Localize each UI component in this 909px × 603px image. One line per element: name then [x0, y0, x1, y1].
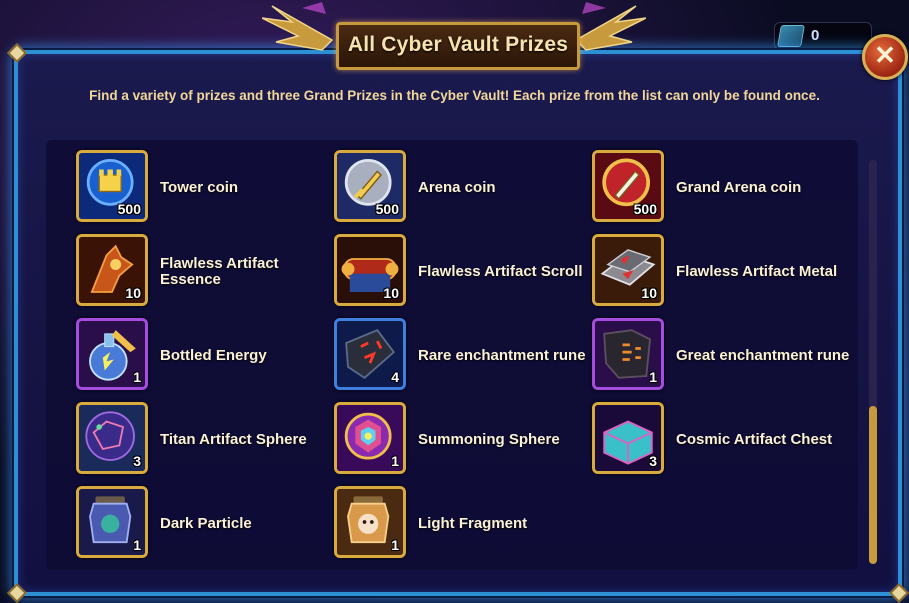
- prize-item: 10 Flawless Artifact Scroll: [334, 234, 592, 310]
- prize-quantity: 1: [133, 369, 141, 385]
- prize-label: Flawless Artifact Essence: [160, 255, 279, 288]
- prize-icon-frame: 500: [334, 150, 406, 222]
- dialog-title-plaque: All Cyber Vault Prizes: [336, 22, 580, 70]
- prize-label: Titan Artifact Sphere: [160, 431, 307, 448]
- dialog-title: All Cyber Vault Prizes: [347, 33, 569, 56]
- prize-item: 3 Cosmic Artifact Chest: [592, 402, 850, 478]
- ticket-icon: [777, 25, 805, 47]
- prize-item: 500 Tower coin: [76, 150, 334, 226]
- prize-icon-frame: 10: [334, 234, 406, 306]
- scrollbar-thumb[interactable]: [869, 406, 877, 564]
- prize-label: Bottled Energy: [160, 347, 267, 364]
- close-icon: ✕: [874, 40, 896, 70]
- currency-counter: 0: [774, 22, 872, 50]
- prize-item: 10 Flawless Artifact Metal: [592, 234, 850, 310]
- prize-icon-frame: 3: [76, 402, 148, 474]
- scrollbar[interactable]: [869, 160, 877, 564]
- prize-label: Light Fragment: [418, 515, 528, 532]
- prize-quantity: 4: [391, 369, 399, 385]
- prize-icon-frame: 1: [76, 486, 148, 558]
- prize-quantity: 3: [649, 453, 657, 469]
- prize-item: 4 Rare enchantment rune: [334, 318, 592, 394]
- prize-quantity: 1: [649, 369, 657, 385]
- dialog-description: Find a variety of prizes and three Grand…: [89, 88, 820, 103]
- prize-icon-frame: 1: [334, 402, 406, 474]
- prize-icon-frame: 1: [334, 486, 406, 558]
- prize-label: Flawless Artifact Scroll: [418, 263, 583, 280]
- prize-quantity: 3: [133, 453, 141, 469]
- prize-quantity: 500: [633, 201, 657, 217]
- prize-icon-frame: 4: [334, 318, 406, 390]
- prize-icon-frame: 500: [76, 150, 148, 222]
- prize-label: Arena coin: [418, 179, 496, 196]
- prize-item: 1 Summoning Sphere: [334, 402, 592, 478]
- prize-quantity: 1: [391, 453, 399, 469]
- prize-icon-frame: 10: [76, 234, 148, 306]
- prize-item: 1 Bottled Energy: [76, 318, 334, 394]
- prize-item: 500 Arena coin: [334, 150, 592, 226]
- prize-label: Summoning Sphere: [418, 431, 560, 448]
- prize-label: Dark Particle: [160, 515, 252, 532]
- prize-quantity: 10: [383, 285, 399, 301]
- close-button[interactable]: ✕: [862, 34, 908, 80]
- prize-label: Rare enchantment rune: [418, 347, 586, 364]
- prize-icon-frame: 1: [592, 318, 664, 390]
- currency-value: 0: [811, 27, 820, 44]
- prize-quantity: 500: [117, 201, 141, 217]
- prize-icon-frame: 3: [592, 402, 664, 474]
- prize-item: 10 Flawless Artifact Essence: [76, 234, 334, 310]
- prize-quantity: 1: [133, 537, 141, 553]
- prize-quantity: 500: [375, 201, 399, 217]
- prize-icon-frame: 1: [76, 318, 148, 390]
- prize-item: 500 Grand Arena coin: [592, 150, 850, 226]
- prize-quantity: 10: [641, 285, 657, 301]
- prize-item: 1 Great enchantment rune: [592, 318, 850, 394]
- prize-quantity: 1: [391, 537, 399, 553]
- prize-label: Tower coin: [160, 179, 239, 196]
- prize-label: Flawless Artifact Metal: [676, 263, 838, 280]
- prize-item: 3 Titan Artifact Sphere: [76, 402, 334, 478]
- prize-item: 1 Dark Particle: [76, 486, 334, 562]
- prize-quantity: 10: [125, 285, 141, 301]
- prize-icon-frame: 500: [592, 150, 664, 222]
- prize-icon-frame: 10: [592, 234, 664, 306]
- prize-label: Great enchantment rune: [676, 347, 850, 364]
- prize-label: Grand Arena coin: [676, 179, 802, 196]
- prize-item: 1 Light Fragment: [334, 486, 592, 562]
- prize-label: Cosmic Artifact Chest: [676, 431, 833, 448]
